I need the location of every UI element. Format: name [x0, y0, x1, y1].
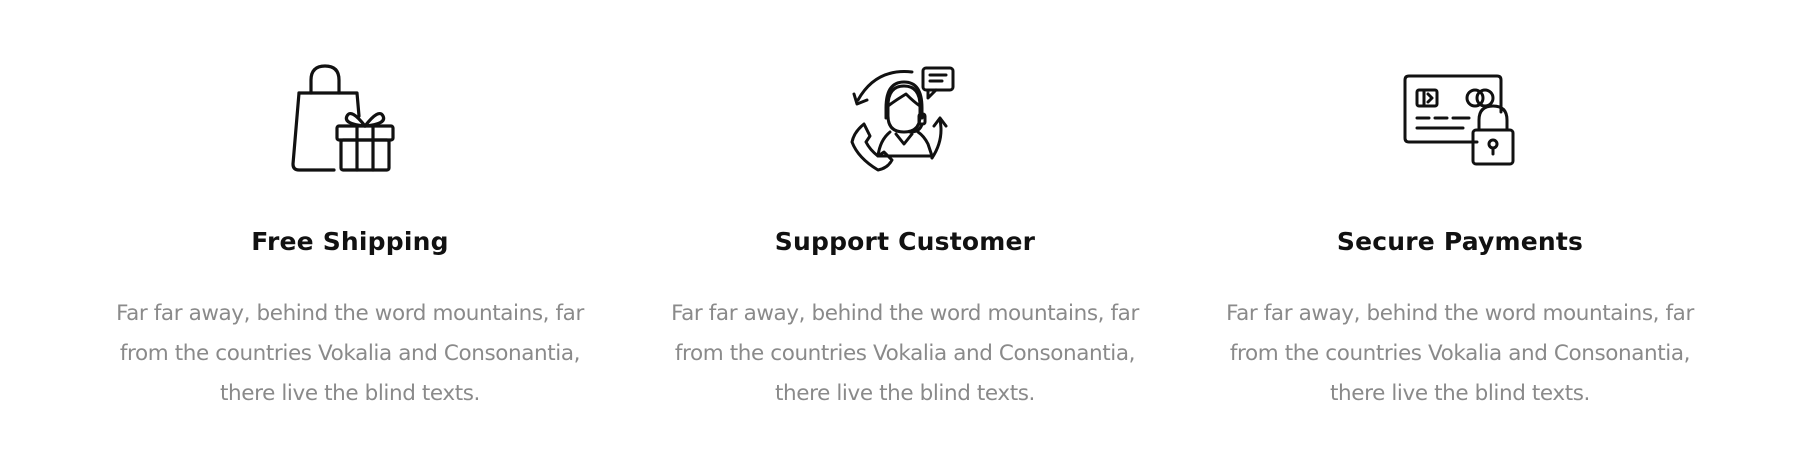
service-description: Far far away, behind the word mountains,… [116, 301, 584, 406]
service-title: Free Shipping [251, 227, 449, 256]
service-description: Far far away, behind the word mountains,… [1226, 301, 1694, 406]
customer-support-headset-icon [840, 60, 970, 190]
service-description: Far far away, behind the word mountains,… [671, 301, 1139, 406]
shopping-bag-gift-icon [285, 60, 415, 190]
services-section: Free Shipping Far far away, behind the w… [0, 0, 1796, 476]
service-title: Secure Payments [1336, 227, 1584, 256]
service-title: Support Customer [774, 227, 1036, 256]
credit-card-lock-icon [1395, 60, 1525, 190]
